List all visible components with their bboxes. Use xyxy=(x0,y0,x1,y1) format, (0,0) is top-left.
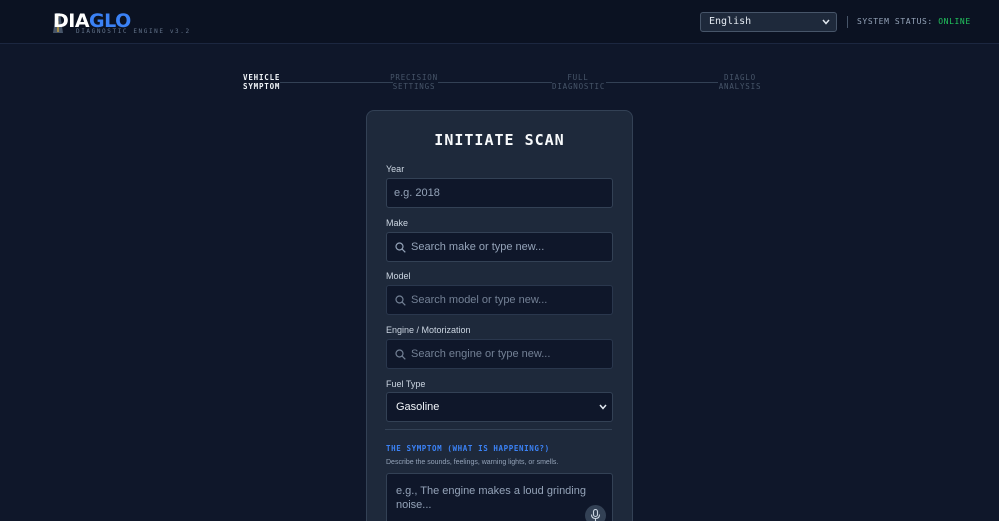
step-label-line1: DIAGLO xyxy=(724,73,756,82)
chevron-down-icon xyxy=(599,404,607,410)
step-label-line2: DIAGNOSTIC xyxy=(552,82,606,91)
make-label: Make xyxy=(386,218,409,228)
top-header: DIAGLO DIAGNOSTIC ENGINE v3.2 English SY… xyxy=(0,0,999,44)
step-label-line2: SETTINGS xyxy=(392,82,436,91)
step-connector xyxy=(280,82,393,83)
symptom-heading: THE SYMPTOM (WHAT IS HAPPENING?) xyxy=(386,444,550,453)
engine-search-input[interactable]: Search engine or type new... xyxy=(386,339,613,369)
symptom-description: Describe the sounds, feelings, warning l… xyxy=(386,459,559,466)
make-placeholder: Search make or type new... xyxy=(411,241,545,253)
step-label-line1: PRECISION xyxy=(390,73,438,82)
fuel-type-select[interactable]: Gasoline xyxy=(386,392,613,422)
header-divider xyxy=(847,16,848,28)
model-search-input[interactable]: Search model or type new... xyxy=(386,285,613,315)
step-label-line1: FULL xyxy=(567,73,589,82)
symptom-placeholder: e.g., The engine makes a loud grinding n… xyxy=(396,485,586,511)
year-label: Year xyxy=(386,164,405,174)
step-precision-settings: PRECISION SETTINGS xyxy=(390,73,438,91)
logo-subtitle: DIAGNOSTIC ENGINE v3.2 xyxy=(76,28,191,35)
step-label-line2: ANALYSIS xyxy=(718,82,762,91)
year-placeholder: e.g. 2018 xyxy=(394,187,440,199)
engine-placeholder: Search engine or type new... xyxy=(411,348,551,360)
microphone-icon xyxy=(590,509,601,521)
chevron-down-icon xyxy=(822,19,830,25)
step-full-diagnostic: FULL DIAGNOSTIC xyxy=(552,73,604,91)
step-connector xyxy=(606,82,718,83)
step-label-line2: SYMPTOM xyxy=(243,82,281,91)
search-icon xyxy=(395,295,406,306)
logo[interactable]: DIAGLO DIAGNOSTIC ENGINE v3.2 xyxy=(53,10,193,36)
symptom-textarea[interactable]: e.g., The engine makes a loud grinding n… xyxy=(386,473,613,521)
fuel-type-value: Gasoline xyxy=(396,401,440,413)
step-vehicle-symptom: VEHICLE SYMPTOM xyxy=(243,73,280,91)
model-label: Model xyxy=(386,271,411,281)
language-select-value: English xyxy=(709,16,752,27)
system-status: SYSTEM STATUS: ONLINE xyxy=(857,17,971,26)
step-diaglo-analysis: DIAGLO ANALYSIS xyxy=(716,73,764,91)
engine-label: Engine / Motorization xyxy=(386,325,471,335)
system-status-label: SYSTEM STATUS: xyxy=(857,17,933,26)
search-icon xyxy=(395,242,406,253)
step-connector xyxy=(438,82,552,83)
fuel-type-label: Fuel Type xyxy=(386,379,426,389)
model-placeholder: Search model or type new... xyxy=(411,294,548,306)
year-input[interactable]: e.g. 2018 xyxy=(386,178,613,208)
form-divider xyxy=(385,429,612,430)
make-search-input[interactable]: Search make or type new... xyxy=(386,232,613,262)
search-icon xyxy=(395,349,406,360)
system-status-value: ONLINE xyxy=(938,17,971,26)
step-label-line1: VEHICLE xyxy=(243,73,281,82)
card-title: INITIATE SCAN xyxy=(434,131,565,149)
voice-input-button[interactable] xyxy=(585,505,606,521)
language-select[interactable]: English xyxy=(700,12,837,32)
